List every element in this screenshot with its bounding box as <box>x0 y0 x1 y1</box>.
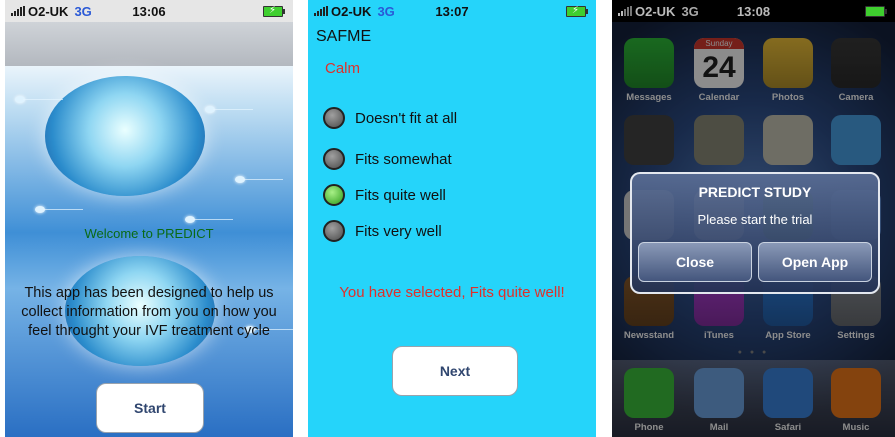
welcome-screen: O2-UK 3G 13:06 ⚡ Welcome to PREDICT This… <box>5 0 293 437</box>
start-button[interactable]: Start <box>96 383 204 433</box>
open-app-button[interactable]: Open App <box>758 242 872 282</box>
battery-icon <box>865 6 887 17</box>
item-label: Calm <box>325 60 361 77</box>
sperm-graphic <box>205 106 253 113</box>
status-bar: O2-UK 3G 13:06 ⚡ <box>5 0 293 22</box>
option-fits-very-well[interactable]: Fits very well <box>323 220 442 242</box>
radio-button[interactable] <box>323 107 345 129</box>
option-fits-quite-well[interactable]: Fits quite well <box>323 184 446 206</box>
alert-message: Please start the trial <box>697 212 813 227</box>
welcome-heading: Welcome to PREDICT <box>84 226 214 241</box>
page-title: SAFME <box>316 28 372 45</box>
option-label: Fits somewhat <box>355 150 452 168</box>
battery-icon: ⚡ <box>566 5 588 17</box>
alert-title: PREDICT STUDY <box>698 184 812 200</box>
radio-button[interactable] <box>323 220 345 242</box>
sperm-graphic <box>15 96 63 103</box>
sperm-graphic <box>185 216 233 223</box>
radio-button[interactable] <box>323 148 345 170</box>
navigation-bar <box>5 22 293 66</box>
option-label: Fits quite well <box>355 186 446 204</box>
sperm-graphic <box>35 206 83 213</box>
home-screen-alert: O2-UK 3G 13:08 Messages Sunday 24 Calend… <box>612 0 895 437</box>
selection-message: You have selected, Fits quite well! <box>339 284 565 301</box>
battery-icon: ⚡ <box>263 5 285 17</box>
background-image <box>5 66 293 437</box>
close-button[interactable]: Close <box>638 242 752 282</box>
questionnaire-screen: O2-UK 3G 13:07 ⚡ SAFME Calm Doesn't fit … <box>308 0 596 437</box>
notification-alert: PREDICT STUDY Please start the trial Clo… <box>630 172 880 294</box>
sperm-graphic <box>235 176 283 183</box>
status-bar: O2-UK 3G 13:07 ⚡ <box>308 0 596 22</box>
radio-button-selected[interactable] <box>323 184 345 206</box>
intro-text: This app has been designed to help us co… <box>21 285 277 339</box>
option-doesnt-fit[interactable]: Doesn't fit at all <box>323 107 457 129</box>
clock: 13:08 <box>736 3 771 19</box>
option-label: Doesn't fit at all <box>355 109 458 127</box>
clock: 13:07 <box>435 3 469 19</box>
option-fits-somewhat[interactable]: Fits somewhat <box>323 148 452 170</box>
status-bar: O2-UK 3G 13:08 <box>612 0 895 22</box>
next-button[interactable]: Next <box>392 346 518 396</box>
egg-cell-image <box>45 76 205 196</box>
option-label: Fits very well <box>355 222 442 240</box>
clock: 13:06 <box>132 3 166 19</box>
